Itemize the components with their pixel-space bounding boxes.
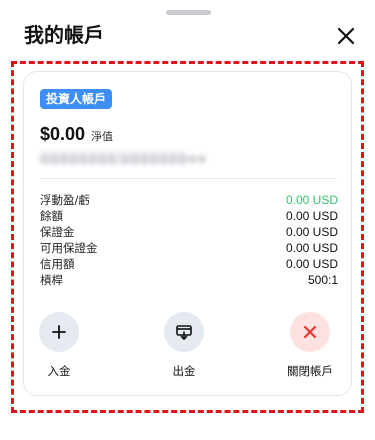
detail-row-free-margin: 可用保證金 0.00 USD xyxy=(40,240,338,256)
close-button[interactable] xyxy=(334,24,358,48)
close-account-label: 關閉帳戶 xyxy=(287,364,333,378)
redacted-account-text: ●●●●●●●● ●●●●●●●●● xyxy=(40,152,207,165)
drag-handle[interactable] xyxy=(166,10,211,15)
detail-row-balance: 餘額 0.00 USD xyxy=(40,208,338,224)
deposit-icon-circle xyxy=(39,312,79,352)
close-account-icon-circle xyxy=(290,312,330,352)
withdraw-icon-circle xyxy=(164,312,204,352)
detail-label: 保證金 xyxy=(40,225,75,239)
detail-row-floating-pl: 浮動盈/虧 0.00 USD xyxy=(40,192,338,208)
withdraw-button[interactable]: 出金 xyxy=(149,310,219,380)
detail-value: 0.00 USD xyxy=(285,209,338,223)
deposit-button[interactable]: 入金 xyxy=(24,310,94,380)
detail-label: 餘額 xyxy=(40,209,63,223)
detail-label: 信用額 xyxy=(40,257,75,271)
account-actions: 入金 出金 關閉帳戶 xyxy=(24,310,353,380)
close-account-button[interactable]: 關閉帳戶 xyxy=(275,310,345,380)
detail-value: 0.00 USD xyxy=(285,257,338,271)
detail-label: 可用保證金 xyxy=(40,241,98,255)
close-icon xyxy=(337,27,355,45)
equity-label: 淨值 xyxy=(91,130,114,143)
page-title: 我的帳戶 xyxy=(24,23,104,47)
detail-row-credit: 信用額 0.00 USD xyxy=(40,256,338,272)
account-type-badge: 投資人帳戶 xyxy=(40,89,113,109)
detail-value: 0.00 USD xyxy=(285,241,338,255)
detail-label: 槓桿 xyxy=(40,273,63,287)
detail-row-leverage: 槓桿 500:1 xyxy=(40,272,338,288)
detail-value: 0.00 USD xyxy=(285,225,338,239)
withdraw-label: 出金 xyxy=(172,364,196,378)
x-icon xyxy=(303,325,317,339)
plus-icon xyxy=(52,325,66,339)
equity-value: $0.00 xyxy=(40,124,86,144)
account-details: 浮動盈/虧 0.00 USD 餘額 0.00 USD 保證金 0.00 USD … xyxy=(40,192,338,288)
divider xyxy=(40,178,337,179)
equity-row: $0.00 淨值 xyxy=(40,124,113,148)
detail-value: 500:1 xyxy=(307,273,338,287)
detail-value: 0.00 USD xyxy=(285,193,338,207)
detail-label: 浮動盈/虧 xyxy=(40,193,90,207)
sheet-header: 我的帳戶 xyxy=(0,22,375,50)
withdraw-icon xyxy=(176,325,192,340)
deposit-label: 入金 xyxy=(47,364,71,378)
account-card: 投資人帳戶 $0.00 淨值 ●●●●●●●● ●●●●●●●●● 浮動盈/虧 … xyxy=(23,71,352,396)
detail-row-margin: 保證金 0.00 USD xyxy=(40,224,338,240)
